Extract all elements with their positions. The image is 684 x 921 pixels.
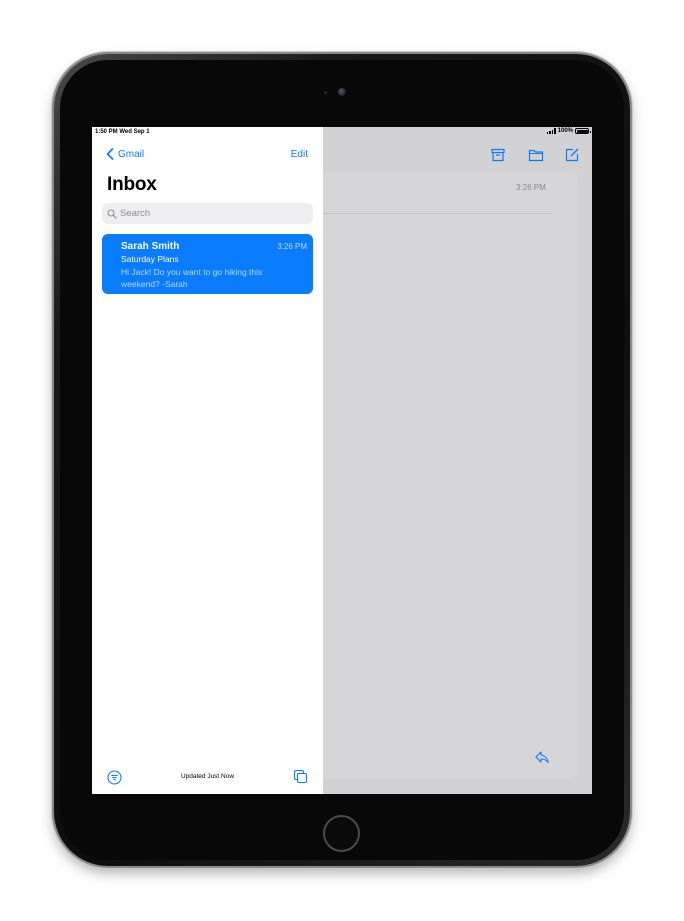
front-camera (338, 88, 346, 96)
search-input[interactable]: Search (102, 203, 313, 224)
screen: 100% 3:26 PM 1:50 PM Wed Sep 1 Gmail Edi… (92, 127, 592, 794)
message-preview: Hi Jack! Do you want to go hiking this w… (121, 267, 263, 289)
battery-percentage: 100% (557, 128, 573, 134)
page-title: Inbox (107, 174, 157, 195)
message-time: 3:26 PM (277, 242, 307, 251)
archive-icon[interactable] (490, 147, 506, 163)
chevron-left-icon (106, 148, 114, 160)
battery-icon (575, 128, 591, 134)
update-status: Updated Just Now (180, 773, 235, 780)
search-icon (107, 208, 117, 219)
status-right: 100% (547, 128, 591, 134)
folder-icon[interactable] (528, 147, 544, 163)
detail-time: 3:26 PM (516, 183, 546, 192)
status-time: 1:50 PM Wed Sep 1 (95, 129, 150, 135)
message-sender: Sarah Smith (121, 241, 180, 252)
list-item[interactable]: Sarah Smith 3:26 PM Saturday Plans Hi Ja… (102, 234, 313, 294)
edit-button[interactable]: Edit (291, 149, 308, 160)
reply-icon[interactable] (534, 750, 550, 764)
message-detail-card: 3:26 PM (312, 171, 578, 779)
back-label: Gmail (118, 148, 145, 160)
detail-divider (320, 213, 552, 214)
compose-icon[interactable] (564, 147, 580, 163)
search-placeholder: Search (120, 208, 151, 219)
signal-icon (547, 128, 556, 134)
bottom-toolbar: Updated Just Now (92, 760, 323, 794)
message-subject: Saturday Plans (121, 254, 179, 264)
stack-icon[interactable] (293, 769, 308, 784)
back-to-gmail-button[interactable]: Gmail (106, 148, 144, 160)
proximity-sensor (324, 91, 327, 94)
home-button[interactable] (323, 815, 360, 852)
mailbox-sidebar: 1:50 PM Wed Sep 1 Gmail Edit Inbox Searc… (92, 127, 323, 794)
